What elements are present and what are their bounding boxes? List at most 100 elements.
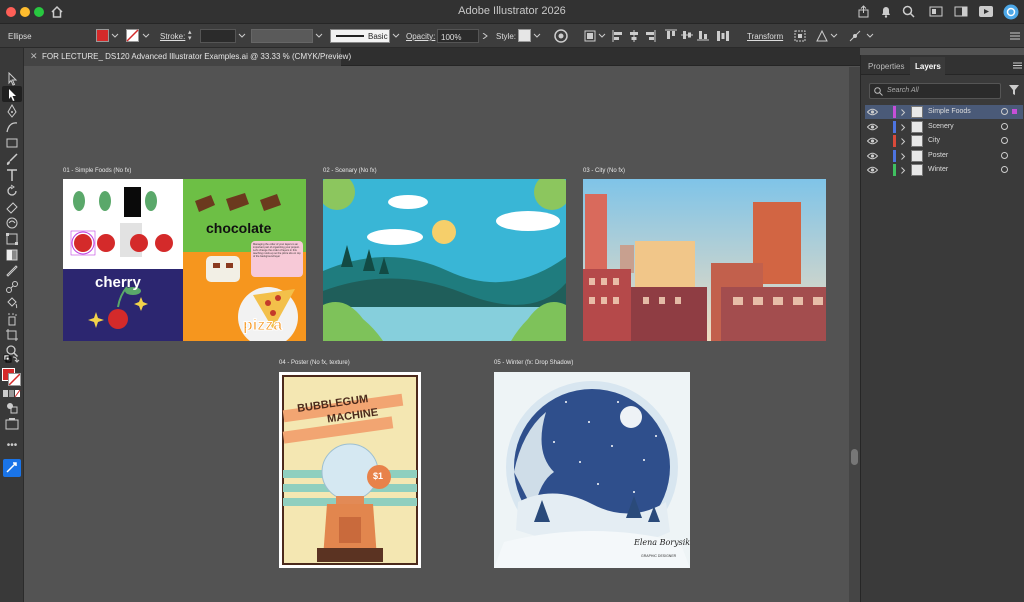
layer-name[interactable]: Simple Foods: [928, 108, 971, 115]
layer-row-poster[interactable]: Poster: [865, 149, 1023, 163]
layer-row-city[interactable]: City: [865, 134, 1023, 148]
gradient-tool-icon[interactable]: [5, 248, 19, 262]
notifications-icon[interactable]: [880, 5, 892, 18]
opacity-field[interactable]: 100%: [437, 29, 479, 43]
direct-selection-tool-icon[interactable]: [5, 88, 19, 102]
present-icon[interactable]: [979, 6, 993, 17]
graphic-style-swatch[interactable]: [518, 29, 531, 42]
artboard-poster[interactable]: BUBBLEGUM MACHINE $1: [279, 372, 421, 568]
chevron-down-icon[interactable]: [866, 33, 874, 39]
live-paint-bucket-icon[interactable]: [5, 296, 19, 310]
layer-row-winter[interactable]: Winter: [865, 163, 1023, 177]
expand-chevron-icon[interactable]: [900, 123, 906, 131]
target-icon[interactable]: [1001, 122, 1008, 130]
paintbrush-tool-icon[interactable]: [5, 152, 19, 166]
stroke-label[interactable]: Stroke:: [160, 32, 185, 41]
document-tab[interactable]: ✕ FOR LECTURE_ DS120 Advanced Illustrato…: [24, 48, 351, 66]
selection-indicator[interactable]: [1012, 109, 1017, 114]
rotate-tool-icon[interactable]: [5, 184, 19, 198]
tab-layers[interactable]: Layers: [910, 57, 945, 75]
chevron-down-icon[interactable]: [598, 33, 606, 39]
opacity-label[interactable]: Opacity:: [406, 32, 435, 41]
chevron-down-icon[interactable]: [142, 33, 150, 39]
align-to-icon[interactable]: [584, 30, 596, 42]
filter-icon[interactable]: [1009, 85, 1019, 96]
artboard-city[interactable]: [583, 179, 826, 341]
share-icon[interactable]: [857, 5, 870, 18]
artboard-scenery[interactable]: [323, 179, 566, 341]
target-icon[interactable]: [1001, 166, 1008, 173]
target-icon[interactable]: [1001, 137, 1008, 144]
close-tab-icon[interactable]: ✕: [30, 51, 38, 62]
artboard-winter[interactable]: Elena Borysikhina GRAPHIC DESIGNER: [494, 372, 690, 568]
symbol-sprayer-tool-icon[interactable]: [5, 312, 19, 326]
stroke-weight-field[interactable]: [200, 29, 236, 43]
chevron-down-icon[interactable]: [392, 33, 400, 39]
target-icon[interactable]: [1001, 151, 1008, 159]
isolate-selection-icon[interactable]: [793, 29, 807, 43]
vertical-scrollbar[interactable]: [849, 67, 860, 602]
recolor-artwork-icon[interactable]: [554, 29, 568, 43]
layer-name[interactable]: City: [928, 137, 940, 144]
target-icon[interactable]: [1001, 108, 1008, 115]
shape-options-icon[interactable]: [815, 29, 829, 43]
chevron-down-icon[interactable]: [830, 33, 838, 39]
eraser-tool-icon[interactable]: [5, 200, 19, 214]
variable-width-profile[interactable]: [251, 29, 313, 43]
eyedropper-tool-icon[interactable]: [5, 264, 19, 278]
chevron-down-icon[interactable]: [238, 33, 246, 39]
tab-properties[interactable]: Properties: [863, 57, 908, 75]
align-center-icon[interactable]: [628, 29, 640, 43]
panel-menu-icon[interactable]: [1013, 62, 1022, 69]
expand-chevron-icon[interactable]: [900, 167, 906, 174]
chevron-down-icon[interactable]: [315, 33, 323, 39]
pen-tool-icon[interactable]: [5, 104, 19, 118]
screen-mode-icon[interactable]: [5, 417, 19, 431]
chevron-right-icon[interactable]: [481, 33, 489, 39]
eye-icon[interactable]: [867, 152, 878, 160]
warp-tool-icon[interactable]: [5, 216, 19, 230]
canvas[interactable]: 01 - Simple Foods (No fx) chocolate Mana…: [25, 67, 849, 602]
creative-cloud-icon[interactable]: [1003, 4, 1019, 20]
selection-tool-icon[interactable]: [5, 72, 19, 86]
layers-search-field[interactable]: Search All: [869, 83, 1001, 99]
eye-icon[interactable]: [867, 123, 878, 131]
default-fill-stroke-icon[interactable]: [3, 354, 21, 368]
layer-name[interactable]: Scenery: [928, 123, 954, 130]
free-transform-tool-icon[interactable]: [5, 232, 19, 246]
control-bar-menu-icon[interactable]: [1009, 30, 1021, 42]
drawing-modes-icon[interactable]: [5, 401, 19, 415]
expand-chevron-icon[interactable]: [900, 152, 906, 160]
stroke-weight-stepper[interactable]: ▴ ▾: [188, 29, 197, 42]
align-middle-icon[interactable]: [680, 29, 694, 41]
expand-chevron-icon[interactable]: [900, 138, 906, 145]
distribute-icon[interactable]: [716, 29, 730, 43]
edit-toolbar-icon[interactable]: •••: [5, 439, 19, 453]
stroke-swatch[interactable]: [126, 29, 139, 42]
align-right-icon[interactable]: [644, 29, 656, 43]
arrange-documents-icon[interactable]: [954, 6, 968, 17]
rectangle-tool-icon[interactable]: [5, 136, 19, 150]
align-top-icon[interactable]: [664, 29, 678, 41]
expand-chevron-icon[interactable]: [900, 109, 906, 116]
chevron-down-icon[interactable]: [111, 33, 119, 39]
eye-icon[interactable]: [867, 137, 878, 145]
layer-name[interactable]: Poster: [928, 152, 948, 159]
blend-tool-icon[interactable]: [5, 280, 19, 294]
align-left-icon[interactable]: [612, 29, 624, 43]
curvature-tool-icon[interactable]: [5, 120, 19, 134]
align-bottom-icon[interactable]: [696, 29, 710, 41]
artboard-simple-foods[interactable]: chocolate Managing the order of your lay…: [63, 179, 306, 341]
stroke-color-swatch[interactable]: [8, 373, 21, 386]
eye-icon[interactable]: [867, 108, 878, 116]
puppet-warp-icon[interactable]: [848, 29, 862, 43]
eye-icon[interactable]: [867, 166, 878, 174]
artboard-tool-icon[interactable]: [5, 328, 19, 342]
layer-row-scenery[interactable]: Scenery: [865, 120, 1023, 134]
fill-swatch[interactable]: [96, 29, 109, 42]
type-tool-icon[interactable]: [5, 168, 19, 182]
transform-link[interactable]: Transform: [747, 32, 783, 41]
color-mode-icons[interactable]: [3, 390, 21, 398]
workspace-icon[interactable]: [929, 6, 943, 17]
layer-row-simple-foods[interactable]: Simple Foods: [865, 105, 1023, 119]
